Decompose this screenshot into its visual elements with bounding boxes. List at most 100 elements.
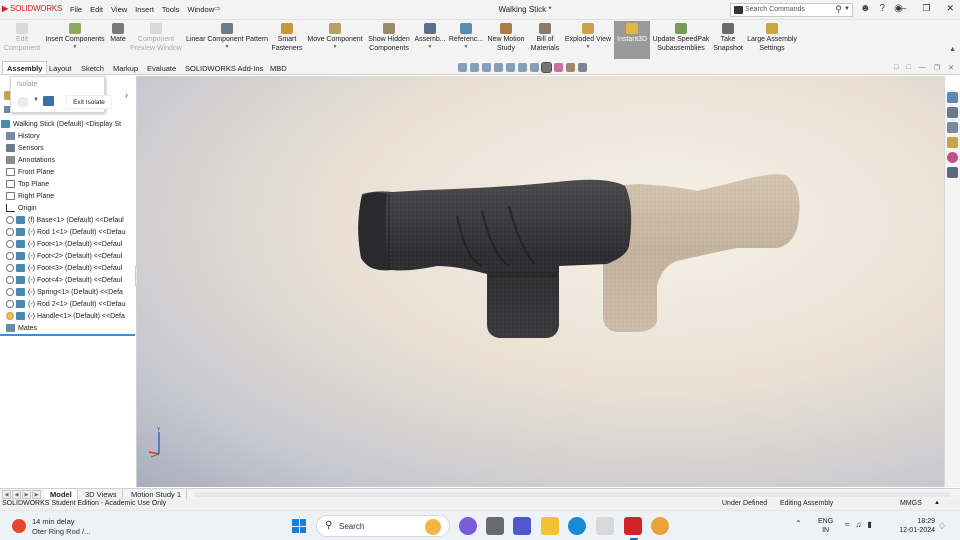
design-library-icon[interactable] xyxy=(947,122,958,133)
view-orientation-icon[interactable] xyxy=(518,63,527,72)
tree-item-right-plane[interactable]: Right Plane xyxy=(0,191,137,203)
exit-isolate-button[interactable]: Exit Isolate xyxy=(66,95,112,109)
tree-item-foot4[interactable]: (-) Foot<4> (Default) <<Defaul xyxy=(0,275,137,287)
file-explorer-icon[interactable] xyxy=(541,517,559,535)
chevron-down-icon[interactable]: ▼ xyxy=(184,44,270,50)
task-view-icon[interactable] xyxy=(486,517,504,535)
transparent-handle-part[interactable] xyxy=(601,174,800,332)
language-indicator[interactable]: ENG IN xyxy=(818,517,833,535)
hide-show-items-icon[interactable] xyxy=(541,62,552,73)
previous-view-icon[interactable] xyxy=(482,63,491,72)
taskbar-search[interactable]: ⚲ Search xyxy=(316,515,450,537)
viewport-close-icon[interactable]: ✕ xyxy=(948,64,954,72)
first-tab-icon[interactable]: ◀ xyxy=(2,490,11,499)
large-assembly-settings-button[interactable]: Large Assembly Settings xyxy=(746,21,798,59)
graphics-area[interactable]: Y xyxy=(137,76,945,487)
dynamic-annotation-icon[interactable] xyxy=(506,63,515,72)
store-icon[interactable] xyxy=(596,517,614,535)
chevron-down-icon[interactable]: ▼ xyxy=(33,97,39,103)
edit-appearance-icon[interactable] xyxy=(554,63,563,72)
component-preview-button[interactable]: Component Preview Window xyxy=(130,21,182,59)
chevron-right-icon[interactable]: › xyxy=(125,90,128,100)
solidworks-taskbar-icon[interactable] xyxy=(624,517,642,535)
chevron-down-icon[interactable]: ▼ xyxy=(448,44,484,50)
user-icon[interactable]: ☻ xyxy=(860,3,871,14)
search-commands-input[interactable]: Search Commands ⚲ ▼ xyxy=(730,3,853,17)
display-style-icon[interactable] xyxy=(530,63,539,72)
tree-item-rod2[interactable]: (-) Rod 2<1> (Default) <<Defau xyxy=(0,299,137,311)
chevron-up-icon[interactable]: ⌃ xyxy=(795,519,802,528)
move-component-button[interactable]: Move Component ▼ xyxy=(305,21,365,59)
unit-system[interactable]: MMGS xyxy=(900,500,922,507)
file-explorer-icon[interactable] xyxy=(947,137,958,148)
collapse-ribbon-icon[interactable]: ▲ xyxy=(949,46,956,53)
last-tab-icon[interactable]: ▶ xyxy=(32,490,41,499)
battery-icon[interactable]: ▮ xyxy=(867,520,871,529)
help-icon[interactable]: ? xyxy=(880,3,886,14)
resources-icon[interactable] xyxy=(947,107,958,118)
clock[interactable]: 18:29 12-01-2024 xyxy=(893,517,935,535)
custom-properties-icon[interactable] xyxy=(947,167,958,178)
chevron-down-icon[interactable]: ▼ xyxy=(44,44,106,50)
minimize-icon[interactable]: — xyxy=(897,3,906,14)
home-icon[interactable] xyxy=(947,92,958,103)
chevron-down-icon[interactable]: ▼ xyxy=(305,44,365,50)
reference-geometry-button[interactable]: Referenc... ▼ xyxy=(448,21,484,59)
tree-item-history[interactable]: History xyxy=(0,131,137,143)
close-icon[interactable]: ✕ xyxy=(946,3,954,14)
link-view-icon[interactable]: □ xyxy=(907,64,911,72)
zoom-to-area-icon[interactable] xyxy=(470,63,479,72)
split-view-icon[interactable]: □ xyxy=(894,64,898,72)
viewport-restore-icon[interactable]: ❐ xyxy=(934,64,940,72)
view-settings-icon[interactable] xyxy=(578,63,587,72)
edit-component-button[interactable]: Edit Component xyxy=(2,21,42,59)
bill-of-materials-button[interactable]: Bill of Materials xyxy=(529,21,561,59)
notification-bell-icon[interactable]: ♢ xyxy=(938,521,946,532)
chrome-icon[interactable] xyxy=(651,517,669,535)
update-speedpak-button[interactable]: Update SpeedPak Subassemblies xyxy=(652,21,710,59)
tree-item-foot3[interactable]: (-) Foot<3> (Default) <<Defaul xyxy=(0,263,137,275)
tab-addins[interactable]: SOLIDWORKS Add-Ins xyxy=(180,61,268,74)
save-icon[interactable] xyxy=(43,96,54,106)
mate-button[interactable]: Mate xyxy=(108,21,128,59)
tree-item-handle[interactable]: (-) Handle<1> (Default) <<Defa xyxy=(0,311,137,323)
tree-item-front-plane[interactable]: Front Plane xyxy=(0,167,137,179)
next-tab-icon[interactable]: ▶ xyxy=(22,490,31,499)
chevron-down-icon[interactable]: ▼ xyxy=(413,44,447,50)
apply-scene-icon[interactable] xyxy=(566,63,575,72)
section-view-icon[interactable] xyxy=(494,63,503,72)
restore-icon[interactable]: ❐ xyxy=(922,3,930,14)
tree-item-foot2[interactable]: (-) Foot<2> (Default) <<Defaul xyxy=(0,251,137,263)
zoom-to-fit-icon[interactable] xyxy=(458,63,467,72)
insert-components-button[interactable]: Insert Components ▼ xyxy=(44,21,106,59)
edge-icon[interactable] xyxy=(568,517,586,535)
new-motion-study-button[interactable]: New Motion Study xyxy=(485,21,527,59)
tab-sketch[interactable]: Sketch xyxy=(76,61,109,74)
tab-assembly[interactable]: Assembly xyxy=(2,61,48,74)
search-icon[interactable]: ⚲ xyxy=(835,4,842,15)
prev-tab-icon[interactable]: ◀ xyxy=(12,490,21,499)
smart-fasteners-button[interactable]: Smart Fasteners xyxy=(270,21,304,59)
tree-item-sensors[interactable]: Sensors xyxy=(0,143,137,155)
linear-pattern-button[interactable]: Linear Component Pattern ▼ xyxy=(184,21,270,59)
chevron-up-icon[interactable]: ▲ xyxy=(934,500,940,506)
copilot-icon[interactable] xyxy=(459,517,477,535)
take-snapshot-button[interactable]: Take Snapshot xyxy=(712,21,744,59)
show-hidden-components-button[interactable]: Show Hidden Components xyxy=(367,21,411,59)
tree-item-annotations[interactable]: Annotations xyxy=(0,155,137,167)
windows-start-icon[interactable] xyxy=(292,519,306,533)
chevron-down-icon[interactable]: ▼ xyxy=(563,44,613,50)
instant3d-button[interactable]: Instant3D xyxy=(614,21,650,59)
viewport-minimize-icon[interactable]: — xyxy=(919,64,926,72)
tree-item-origin[interactable]: Origin xyxy=(0,203,137,215)
exploded-view-button[interactable]: Exploded View ▼ xyxy=(563,21,613,59)
chevron-down-icon[interactable]: ▼ xyxy=(844,6,850,12)
horizontal-scrollbar[interactable] xyxy=(195,492,950,497)
tree-item-spring[interactable]: (-) Spring<1> (Default) <<Defa xyxy=(0,287,137,299)
assembly-features-button[interactable]: Assemb... ▼ xyxy=(413,21,447,59)
volume-icon[interactable]: ♫ xyxy=(855,520,861,529)
wifi-icon[interactable]: ≈ xyxy=(845,520,849,529)
tree-item-base[interactable]: (f) Base<1> (Default) <<Defaul xyxy=(0,215,137,227)
tab-layout[interactable]: Layout xyxy=(44,61,77,74)
tree-item-foot1[interactable]: (-) Foot<1> (Default) <<Defaul xyxy=(0,239,137,251)
